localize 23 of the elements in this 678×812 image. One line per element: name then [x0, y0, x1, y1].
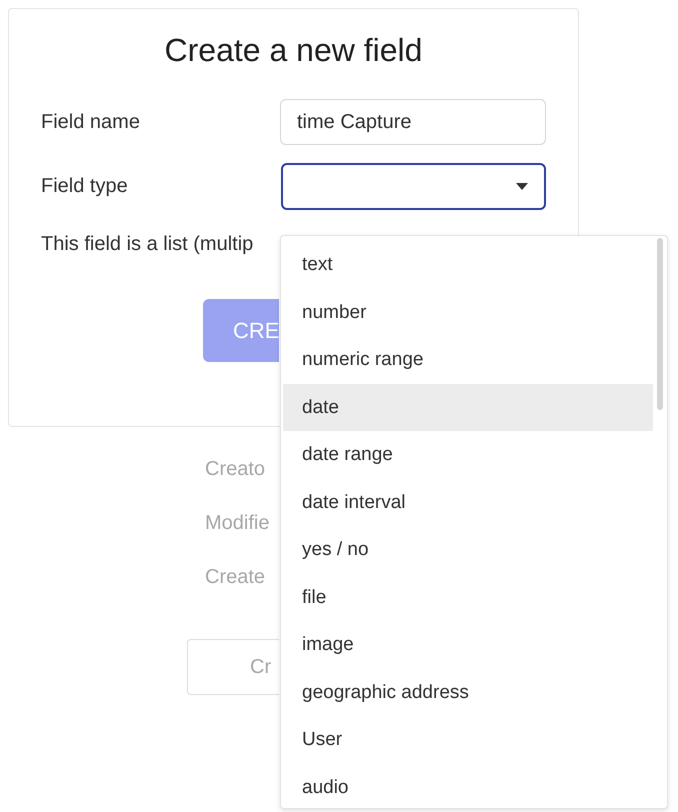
field-label: Creato	[205, 457, 266, 481]
dropdown-option[interactable]: geographic address	[283, 668, 653, 716]
dialog-title: Create a new field	[164, 31, 424, 70]
text-field[interactable]: time Capture	[280, 99, 546, 146]
dropdown-option[interactable]: image	[283, 621, 653, 668]
dropdown-option[interactable]: number	[283, 288, 653, 336]
dropdown-option[interactable]: numeric range	[283, 336, 653, 384]
field-label: Field name	[41, 110, 141, 136]
field-label: Create	[205, 565, 266, 589]
dropdown-option[interactable]: file	[283, 574, 653, 621]
select-field[interactable]	[280, 162, 546, 210]
checkbox-label: This field is a list (multip	[41, 232, 254, 258]
dropdown-option[interactable]: text	[283, 241, 653, 288]
dropdown-option[interactable]: date	[283, 384, 653, 431]
scrollbar[interactable]	[657, 238, 663, 410]
dropdown-option[interactable]: User	[283, 716, 653, 764]
dropdown-option[interactable]: audio	[283, 764, 653, 808]
field-label: Field type	[41, 174, 129, 200]
dropdown-option[interactable]: yes / no	[283, 526, 653, 574]
field-label: Modifie	[205, 511, 270, 535]
caret-icon	[516, 182, 528, 190]
dropdown-option[interactable]: date range	[283, 431, 653, 478]
dropdown-option[interactable]: date interval	[283, 478, 653, 526]
